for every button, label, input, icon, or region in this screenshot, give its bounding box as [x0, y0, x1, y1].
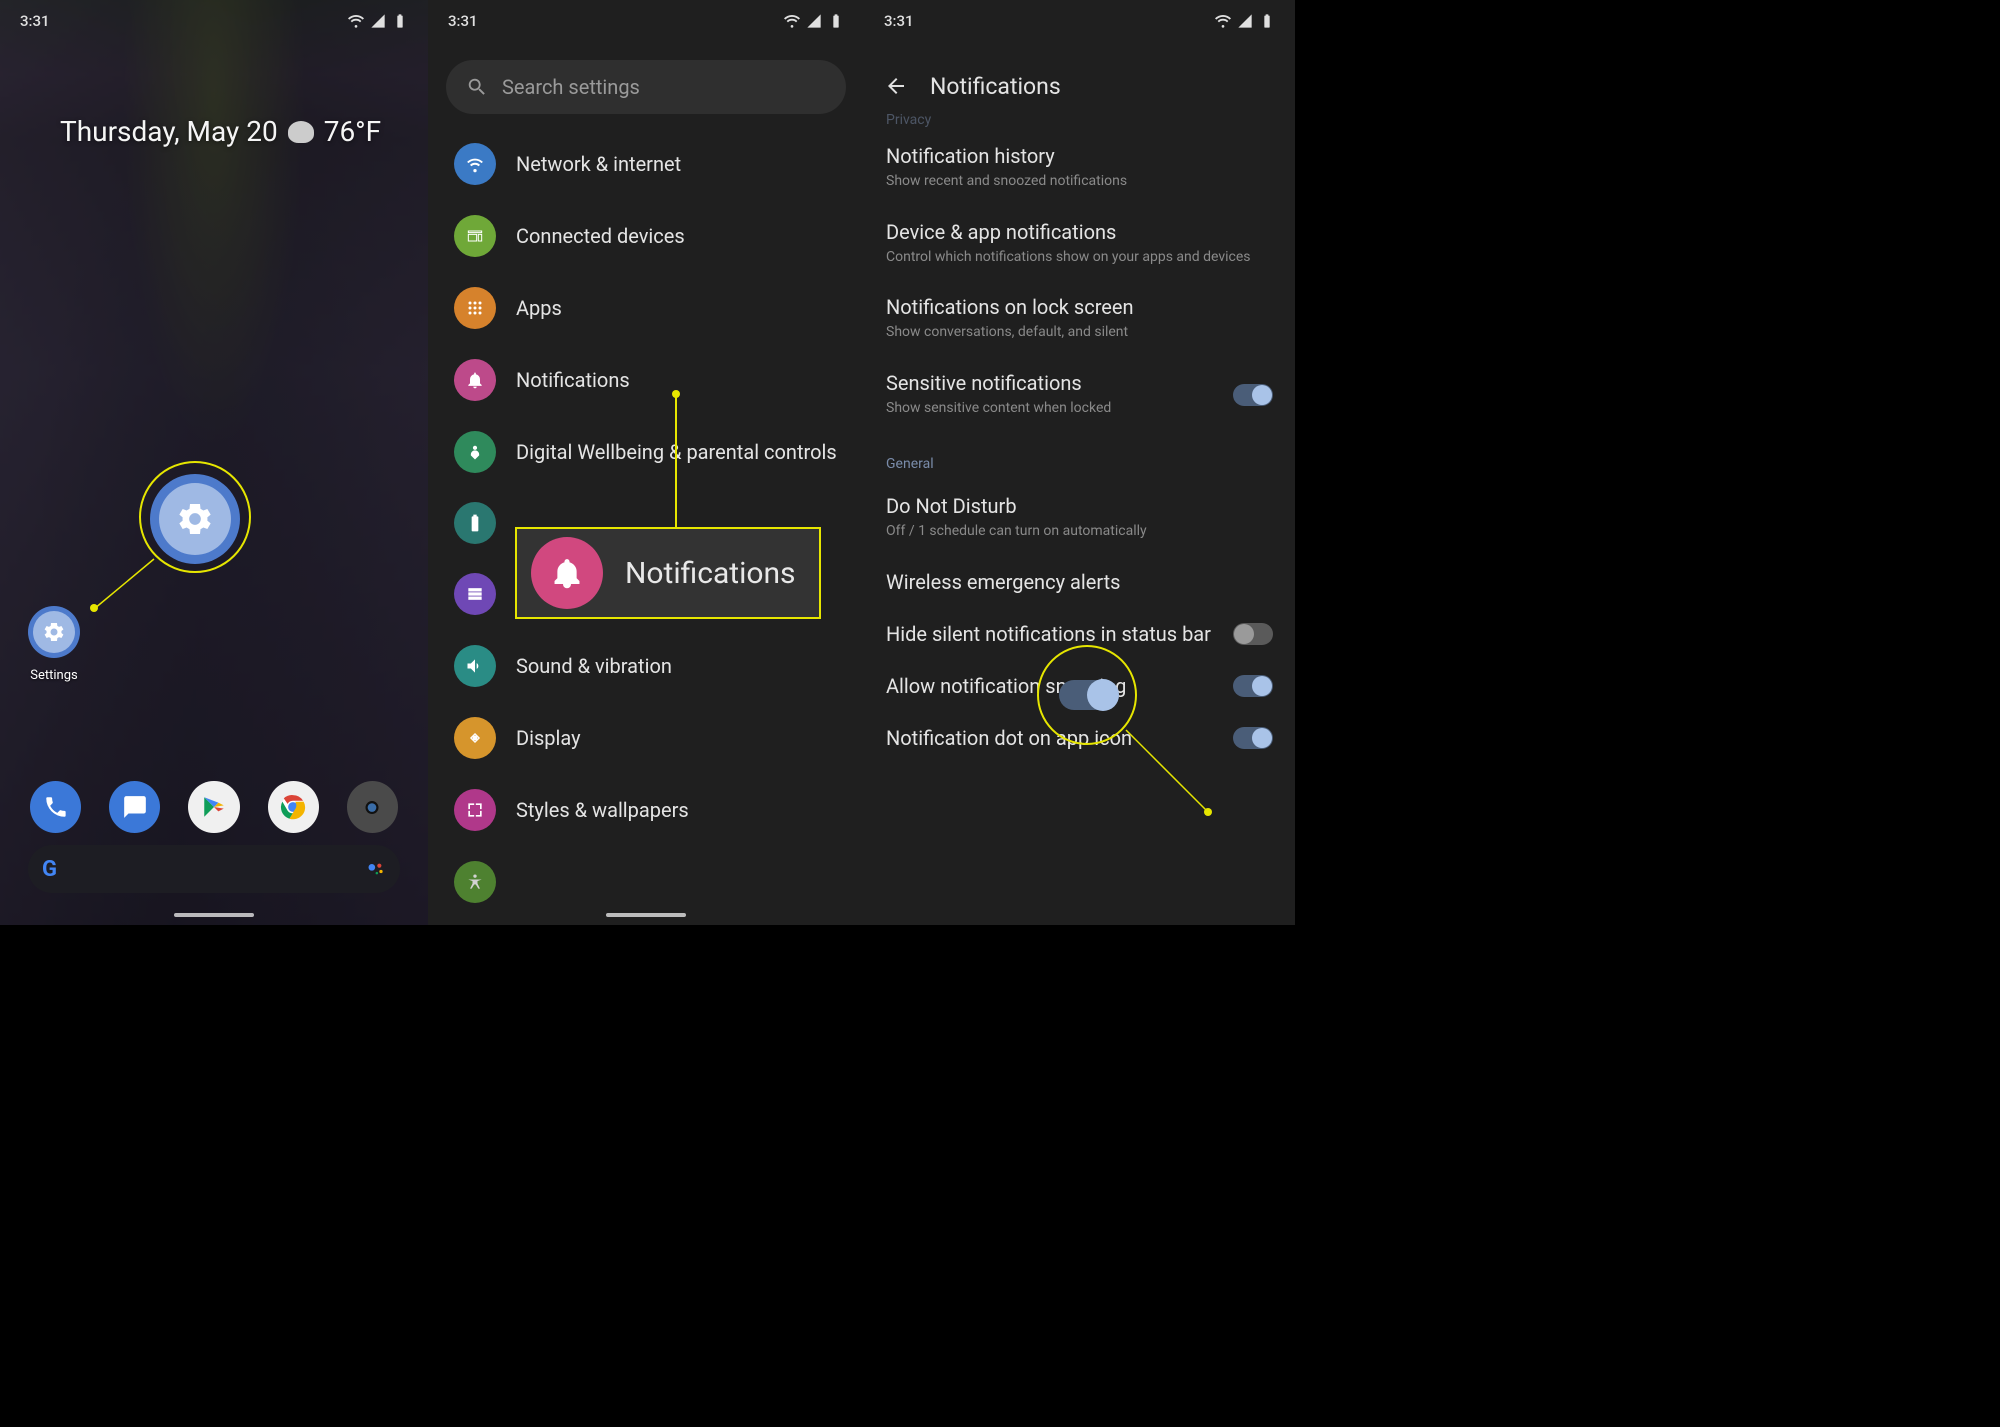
settings-item-label: Notifications [516, 367, 630, 393]
signal-icon [370, 13, 386, 29]
row-device-app-notifications[interactable]: Device & app notificationsControl which … [886, 206, 1273, 282]
notifications-callout: Notifications [515, 527, 821, 619]
status-bar: 3:31 [428, 0, 864, 42]
signal-icon [1237, 13, 1253, 29]
section-header-partial: Privacy [886, 112, 1273, 130]
callout-label: Notifications [625, 556, 796, 591]
row-notification-dot[interactable]: Notification dot on app icon [886, 712, 1273, 764]
notifications-screen: 3:31 Notifications Privacy Notification … [864, 0, 1295, 925]
chrome-app[interactable] [268, 781, 319, 833]
settings-item-display[interactable]: Display [428, 702, 864, 774]
settings-item-label: Sound & vibration [516, 653, 672, 679]
page-header: Notifications [864, 60, 1295, 112]
row-notification-history[interactable]: Notification historyShow recent and snoo… [886, 130, 1273, 206]
status-time: 3:31 [448, 12, 478, 30]
settings-item-label: Display [516, 725, 581, 751]
wellbeing-icon [465, 442, 485, 462]
settings-app-callout [150, 474, 240, 564]
google-search-bar[interactable]: G [28, 845, 400, 893]
highlight-connector [1122, 726, 1212, 816]
search-icon [466, 76, 488, 98]
messages-app[interactable] [109, 781, 160, 833]
settings-item-label: Digital Wellbeing & parental controls [516, 439, 837, 465]
notifications-list: Privacy Notification historyShow recent … [864, 118, 1295, 925]
wifi-icon [465, 154, 485, 174]
play-store-app[interactable] [188, 781, 239, 833]
home-screen: 3:31 Thursday, May 20 76°F Settings G [0, 0, 428, 925]
bell-icon-large [531, 537, 603, 609]
accessibility-icon [465, 872, 485, 892]
settings-item-label: Connected devices [516, 223, 685, 249]
row-hide-silent[interactable]: Hide silent notifications in status bar [886, 608, 1273, 660]
home-date-weather[interactable]: Thursday, May 20 76°F [60, 115, 381, 148]
nav-bar[interactable] [174, 913, 254, 917]
status-bar: 3:31 [864, 0, 1295, 42]
highlight-connector [90, 555, 160, 615]
bell-icon [465, 370, 485, 390]
temp-text: 76°F [324, 115, 381, 148]
gear-icon [175, 499, 215, 539]
wifi-icon [784, 13, 800, 29]
toggle-dot[interactable] [1233, 727, 1273, 749]
section-header-general: General [886, 432, 1273, 480]
brightness-icon [465, 728, 485, 748]
settings-item-partial[interactable] [428, 846, 864, 918]
settings-app-label: Settings [20, 668, 88, 683]
settings-item-notifications[interactable]: Notifications [428, 344, 864, 416]
battery-icon [392, 13, 408, 29]
toggle-snoozing[interactable] [1233, 675, 1273, 697]
sound-icon [465, 656, 485, 676]
settings-item-apps[interactable]: Apps [428, 272, 864, 344]
row-wireless-emergency[interactable]: Wireless emergency alerts [886, 556, 1273, 608]
storage-icon [465, 584, 485, 604]
row-dnd[interactable]: Do Not DisturbOff / 1 schedule can turn … [886, 480, 1273, 556]
status-bar: 3:31 [0, 0, 428, 42]
row-lock-screen-notifications[interactable]: Notifications on lock screenShow convers… [886, 281, 1273, 357]
signal-icon [806, 13, 822, 29]
status-time: 3:31 [884, 12, 914, 30]
date-text: Thursday, May 20 [60, 115, 278, 148]
phone-app[interactable] [30, 781, 81, 833]
back-arrow-icon[interactable] [884, 74, 908, 98]
assistant-icon[interactable] [366, 859, 386, 879]
settings-item-connected[interactable]: Connected devices [428, 200, 864, 272]
battery-icon [465, 513, 485, 533]
dock [0, 781, 428, 833]
cloud-icon [288, 121, 314, 143]
gear-icon [42, 620, 66, 644]
settings-item-label: Styles & wallpapers [516, 797, 689, 823]
toggle-hide-silent[interactable] [1233, 623, 1273, 645]
battery-icon [828, 13, 844, 29]
devices-icon [465, 226, 485, 246]
search-settings[interactable]: Search settings [446, 60, 846, 114]
settings-item-styles[interactable]: Styles & wallpapers [428, 774, 864, 846]
wifi-icon [348, 13, 364, 29]
page-title: Notifications [930, 73, 1061, 100]
search-placeholder: Search settings [502, 75, 640, 99]
wallpaper-icon [465, 800, 485, 820]
apps-icon [465, 298, 485, 318]
nav-bar[interactable] [606, 913, 686, 917]
settings-screen: 3:31 Search settings Network & internet … [428, 0, 864, 925]
status-time: 3:31 [20, 12, 50, 30]
wifi-icon [1215, 13, 1231, 29]
google-logo-icon: G [42, 857, 57, 882]
row-sensitive-notifications[interactable]: Sensitive notificationsShow sensitive co… [886, 357, 1273, 433]
settings-item-label: Apps [516, 295, 562, 321]
camera-app[interactable] [347, 781, 398, 833]
settings-item-wellbeing[interactable]: Digital Wellbeing & parental controls [428, 416, 864, 488]
settings-app-icon[interactable] [28, 606, 80, 658]
toggle-sensitive[interactable] [1233, 384, 1273, 406]
settings-item-sound[interactable]: Sound & vibration [428, 630, 864, 702]
toggle-callout [1059, 680, 1119, 710]
battery-icon [1259, 13, 1275, 29]
settings-item-label: Network & internet [516, 151, 681, 177]
settings-item-network[interactable]: Network & internet [428, 128, 864, 200]
